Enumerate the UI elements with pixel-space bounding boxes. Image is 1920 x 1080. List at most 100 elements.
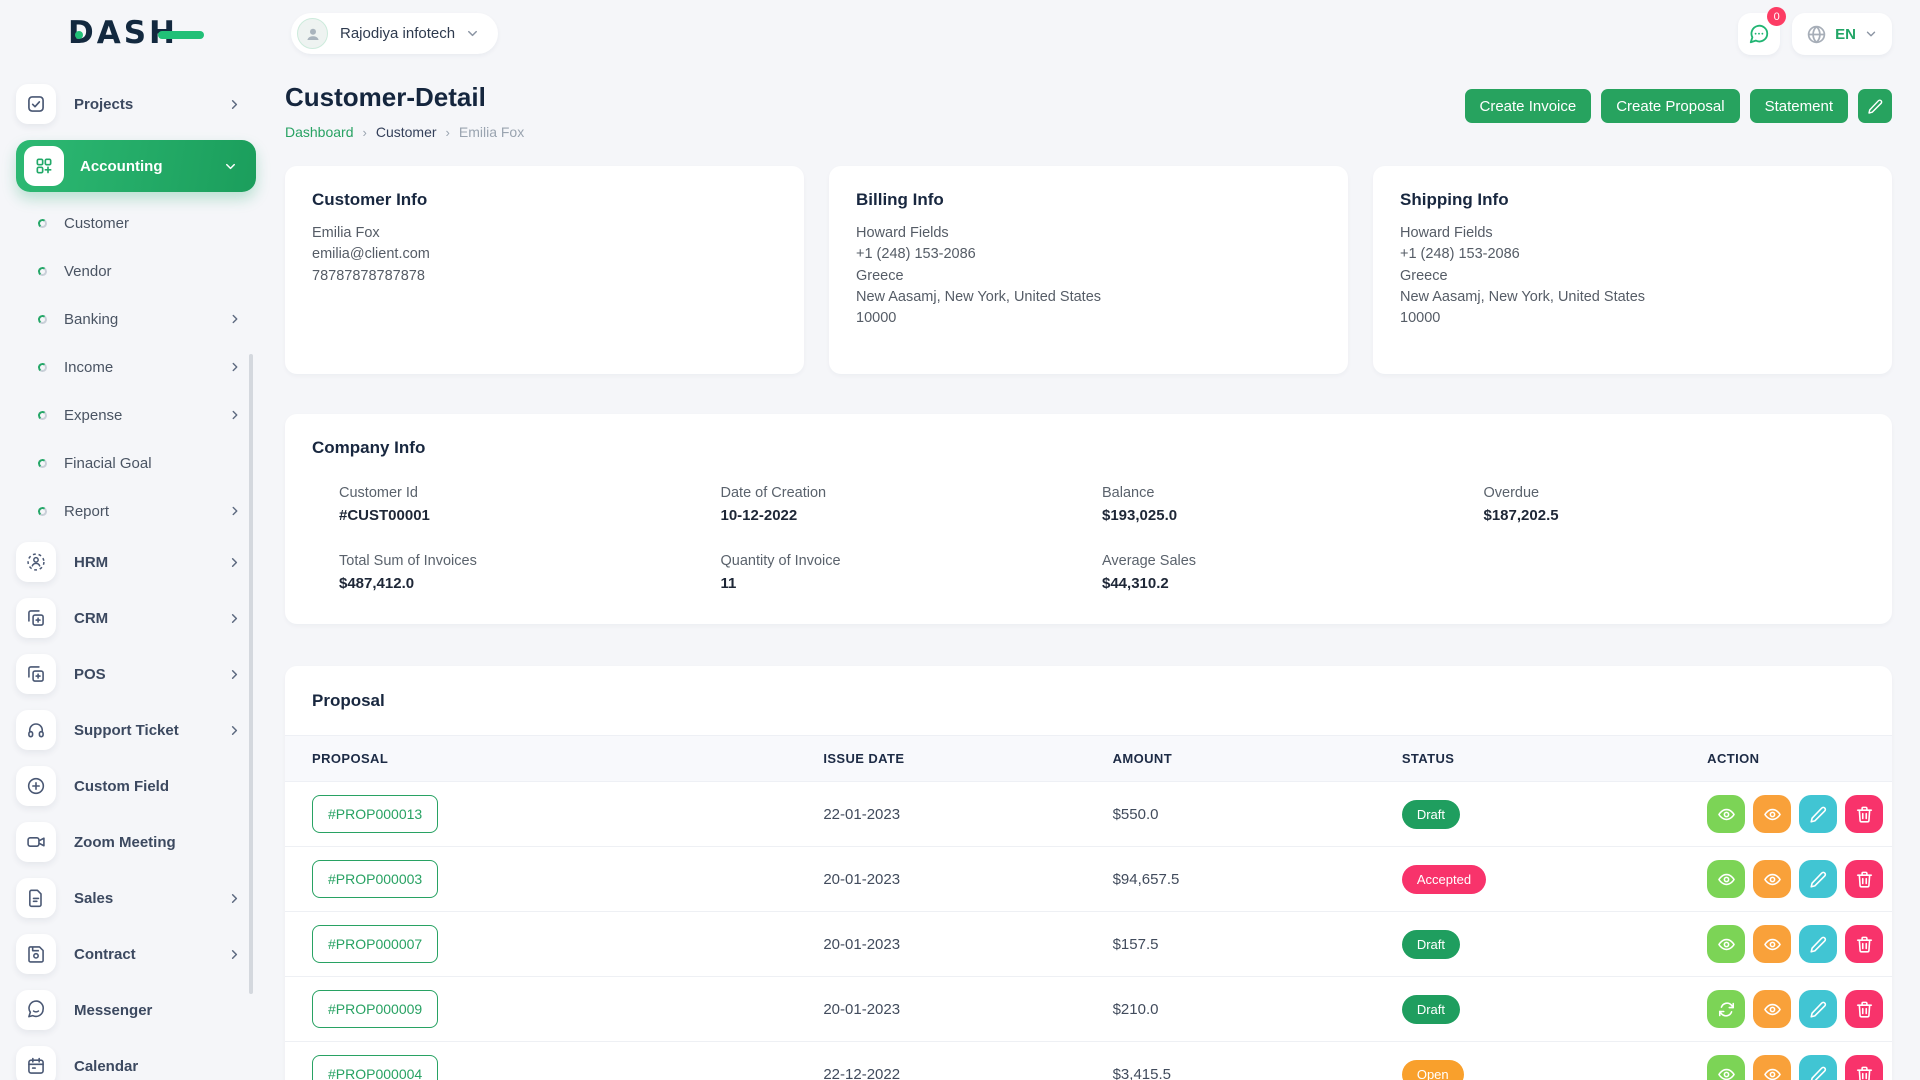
messages-button[interactable]: 0: [1738, 13, 1780, 55]
amount-cell: $157.5: [1113, 912, 1402, 977]
sidebar-item-accounting[interactable]: Accounting: [16, 140, 256, 192]
stat-date-of-creation: Date of Creation 10-12-2022: [721, 485, 1103, 524]
sidebar-item-contract[interactable]: Contract: [16, 934, 256, 974]
sidebar-item-messenger[interactable]: Messenger: [16, 990, 256, 1030]
preview-button[interactable]: [1753, 1055, 1791, 1080]
view-button[interactable]: [1707, 860, 1745, 898]
card-title: Customer Info: [312, 190, 777, 210]
breadcrumb-separator: ›: [363, 125, 367, 140]
chevron-right-icon: [228, 360, 242, 374]
create-proposal-button[interactable]: Create Proposal: [1601, 89, 1739, 123]
workspace-selector[interactable]: Rajodiya infotech: [291, 13, 498, 54]
proposal-id-link[interactable]: #PROP000009: [312, 990, 438, 1028]
message-icon: [16, 990, 56, 1030]
sidebar-item-pos[interactable]: POS: [16, 654, 256, 694]
plus-circle-icon: [16, 766, 56, 806]
sidebar-item-label: Accounting: [80, 158, 163, 175]
customer-phone: 78787878787878: [312, 266, 777, 287]
row-actions: [1707, 990, 1892, 1028]
sidebar-item-crm[interactable]: CRM: [16, 598, 256, 638]
card-title: Shipping Info: [1400, 190, 1865, 210]
proposal-id-link[interactable]: #PROP000004: [312, 1055, 438, 1080]
convert-button[interactable]: [1707, 990, 1745, 1028]
copy-plus-icon: [16, 598, 56, 638]
sidebar-subitem-label: Report: [64, 503, 109, 520]
preview-button[interactable]: [1753, 925, 1791, 963]
calendar-icon: [16, 1046, 56, 1080]
status-badge: Draft: [1402, 930, 1460, 959]
edit-button[interactable]: [1799, 795, 1837, 833]
edit-button[interactable]: [1799, 990, 1837, 1028]
amount-cell: $94,657.5: [1113, 847, 1402, 912]
stat-value: $44,310.2: [1102, 575, 1484, 592]
chevron-right-icon: [228, 312, 242, 326]
sidebar-subitem-customer[interactable]: Customer: [16, 206, 256, 240]
stat-overdue: Overdue $187,202.5: [1484, 485, 1866, 524]
card-title: Billing Info: [856, 190, 1321, 210]
table-row: #PROP000007 20-01-2023 $157.5 Draft: [285, 912, 1892, 977]
workspace-name: Rajodiya infotech: [340, 25, 455, 42]
col-header-proposal: PROPOSAL: [285, 736, 823, 782]
sidebar-item-sales[interactable]: Sales: [16, 878, 256, 918]
sidebar-item-calendar[interactable]: Calendar: [16, 1046, 256, 1080]
sidebar-item-label: Sales: [74, 890, 113, 907]
eye-icon: [1717, 805, 1736, 824]
proposal-id-link[interactable]: #PROP000007: [312, 925, 438, 963]
create-invoice-button[interactable]: Create Invoice: [1465, 89, 1592, 123]
headphones-icon: [16, 710, 56, 750]
sidebar-scrollbar[interactable]: [249, 354, 253, 994]
sidebar-subitem-finacial-goal[interactable]: Finacial Goal: [16, 446, 256, 480]
pencil-icon: [1809, 935, 1828, 954]
chevron-right-icon: [227, 667, 242, 682]
topbar-right: 0 EN: [1738, 13, 1892, 55]
delete-button[interactable]: [1845, 795, 1883, 833]
view-button[interactable]: [1707, 795, 1745, 833]
edit-button[interactable]: [1799, 925, 1837, 963]
sidebar-item-hrm[interactable]: HRM: [16, 542, 256, 582]
sidebar-item-support-ticket[interactable]: Support Ticket: [16, 710, 256, 750]
statement-button[interactable]: Statement: [1750, 89, 1848, 123]
proposal-id-link[interactable]: #PROP000013: [312, 795, 438, 833]
delete-button[interactable]: [1845, 860, 1883, 898]
delete-button[interactable]: [1845, 925, 1883, 963]
issue-date-cell: 20-01-2023: [823, 977, 1112, 1042]
edit-button[interactable]: [1799, 1055, 1837, 1080]
sidebar-subitem-income[interactable]: Income: [16, 350, 256, 384]
team-icon: [16, 542, 56, 582]
sidebar-subitem-vendor[interactable]: Vendor: [16, 254, 256, 288]
status-badge: Draft: [1402, 995, 1460, 1024]
sidebar-item-label: Custom Field: [74, 778, 169, 795]
sidebar-item-custom-field[interactable]: Custom Field: [16, 766, 256, 806]
sidebar-item-label: Messenger: [74, 1002, 152, 1019]
eye-icon: [1763, 1000, 1782, 1019]
issue-date-cell: 22-01-2023: [823, 782, 1112, 847]
proposal-id-link[interactable]: #PROP000003: [312, 860, 438, 898]
preview-button[interactable]: [1753, 860, 1791, 898]
chevron-down-icon: [223, 159, 238, 174]
breadcrumb-customer[interactable]: Customer: [376, 124, 437, 140]
delete-button[interactable]: [1845, 990, 1883, 1028]
view-button[interactable]: [1707, 925, 1745, 963]
sidebar-item-label: Support Ticket: [74, 722, 179, 739]
edit-customer-button[interactable]: [1858, 89, 1892, 123]
sidebar-subitem-expense[interactable]: Expense: [16, 398, 256, 432]
sidebar-subitem-label: Finacial Goal: [64, 455, 152, 472]
preview-button[interactable]: [1753, 990, 1791, 1028]
language-selector[interactable]: EN: [1792, 13, 1892, 55]
sidebar-subitem-banking[interactable]: Banking: [16, 302, 256, 336]
sidebar-item-label: POS: [74, 666, 106, 683]
preview-button[interactable]: [1753, 795, 1791, 833]
sidebar-item-zoom-meeting[interactable]: Zoom Meeting: [16, 822, 256, 862]
edit-button[interactable]: [1799, 860, 1837, 898]
breadcrumb-dashboard[interactable]: Dashboard: [285, 124, 354, 140]
trash-icon: [1855, 805, 1874, 824]
category-icon: [24, 146, 64, 186]
billing-info-card: Billing Info Howard Fields +1 (248) 153-…: [829, 166, 1348, 374]
view-button[interactable]: [1707, 1055, 1745, 1080]
delete-button[interactable]: [1845, 1055, 1883, 1080]
brand-logo[interactable]: DASH: [68, 18, 178, 49]
sidebar-subitem-report[interactable]: Report: [16, 494, 256, 528]
issue-date-cell: 20-01-2023: [823, 912, 1112, 977]
chevron-down-icon: [465, 26, 480, 41]
sidebar-item-projects[interactable]: Projects: [16, 84, 256, 124]
